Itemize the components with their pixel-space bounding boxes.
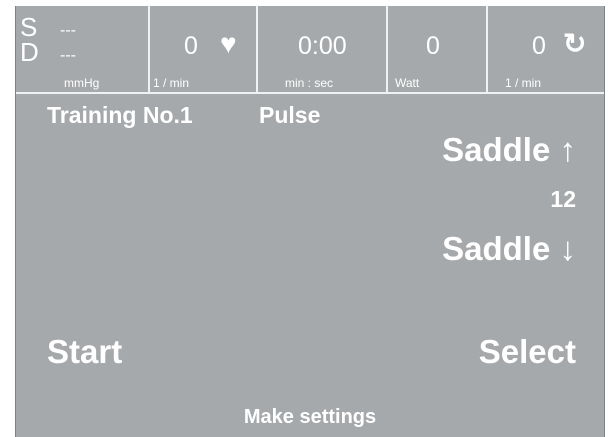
power-cell: 0 Watt: [388, 6, 488, 92]
time-cell: 0:00 min : sec: [258, 6, 388, 92]
power-unit: Watt: [395, 76, 420, 90]
time-value: 0:00: [298, 32, 347, 60]
pulse-unit: 1 / min: [153, 76, 190, 90]
blood-pressure-cell: S --- D --- mmHg: [16, 6, 150, 92]
status-bar: S --- D --- mmHg 0 ♥ 1 / min 0:00 min : …: [16, 6, 604, 94]
diastolic-label: D: [20, 37, 39, 67]
pulse-value: 0: [184, 32, 198, 60]
display-screen: S --- D --- mmHg 0 ♥ 1 / min 0:00 min : …: [15, 6, 605, 437]
saddle-height-value: 12: [550, 186, 576, 212]
rotation-icon: ↻: [563, 28, 587, 59]
cadence-value: 0: [532, 32, 546, 60]
start-button[interactable]: Start: [47, 333, 122, 371]
select-button[interactable]: Select: [479, 333, 576, 371]
training-label: Training No.1: [47, 102, 193, 128]
hint-text: Make settings: [243, 406, 377, 428]
blood-pressure-unit: mmHg: [64, 76, 100, 90]
heart-icon: ♥: [220, 28, 237, 59]
systolic-value: ---: [60, 22, 76, 39]
pulse-cell: 0 ♥ 1 / min: [150, 6, 258, 92]
saddle-up-button[interactable]: Saddle ↑: [442, 131, 576, 169]
cadence-unit: 1 / min: [505, 76, 542, 90]
cadence-cell: 0 ↻ 1 / min: [488, 6, 604, 92]
time-unit: min : sec: [285, 76, 334, 90]
diastolic-value: ---: [60, 47, 76, 64]
power-value: 0: [426, 32, 440, 60]
mode-label: Pulse: [259, 102, 321, 128]
saddle-down-button[interactable]: Saddle ↓: [442, 230, 576, 268]
